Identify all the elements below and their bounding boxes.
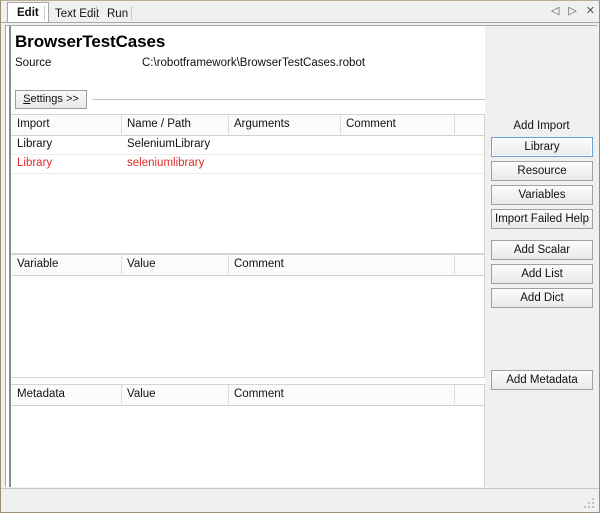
metadata-table-header: Metadata Value Comment	[11, 385, 484, 406]
import-table[interactable]: Import Name / Path Arguments Comment Lib…	[11, 114, 485, 254]
tab-separator	[131, 6, 132, 20]
column-divider[interactable]	[228, 385, 229, 406]
add-scalar-button[interactable]: Add Scalar	[491, 240, 593, 260]
column-header-comment[interactable]: Comment	[346, 118, 396, 130]
add-variables-button[interactable]: Variables	[491, 185, 593, 205]
cell-import[interactable]: Library	[17, 138, 52, 150]
cell-name-path[interactable]: SeleniumLibrary	[127, 138, 210, 150]
table-row[interactable]: Library SeleniumLibrary	[11, 136, 484, 155]
column-header-comment[interactable]: Comment	[234, 258, 284, 270]
editor-panel-body: BrowserTestCases Source C:\robotframewor…	[6, 26, 597, 487]
column-header-value[interactable]: Value	[127, 388, 156, 400]
status-bar	[1, 488, 599, 512]
add-import-label: Add Import	[485, 120, 597, 132]
column-divider[interactable]	[121, 255, 122, 276]
cell-import[interactable]: Library	[17, 157, 52, 169]
import-failed-help-button[interactable]: Import Failed Help	[491, 209, 593, 229]
column-header-value[interactable]: Value	[127, 258, 156, 270]
nav-forward-icon[interactable]: ▷	[568, 5, 576, 17]
column-divider[interactable]	[228, 255, 229, 276]
nav-back-icon[interactable]: ◁	[551, 5, 559, 17]
tab-underline	[1, 22, 600, 23]
add-resource-button[interactable]: Resource	[491, 161, 593, 181]
column-divider[interactable]	[228, 115, 229, 136]
add-metadata-button[interactable]: Add Metadata	[491, 370, 593, 390]
settings-toggle-button[interactable]: Settings >>	[15, 90, 87, 109]
column-divider[interactable]	[454, 115, 455, 136]
column-header-import[interactable]: Import	[17, 118, 50, 130]
column-header-comment[interactable]: Comment	[234, 388, 284, 400]
column-divider[interactable]	[454, 255, 455, 276]
column-divider[interactable]	[121, 385, 122, 406]
variable-table-header: Variable Value Comment	[11, 255, 484, 276]
source-path: C:\robotframework\BrowserTestCases.robot	[142, 57, 365, 69]
column-header-name-path[interactable]: Name / Path	[127, 118, 191, 130]
column-divider[interactable]	[340, 115, 341, 136]
import-table-header: Import Name / Path Arguments Comment	[11, 115, 484, 136]
cell-name-path[interactable]: seleniumlibrary	[127, 157, 204, 169]
tab-bar: Edit Text Edit Run ◁ ▷ ✕	[1, 1, 600, 23]
window-controls: ◁ ▷ ✕	[551, 5, 595, 17]
column-divider[interactable]	[454, 385, 455, 406]
column-header-metadata[interactable]: Metadata	[17, 388, 65, 400]
column-divider[interactable]	[121, 115, 122, 136]
tab-edit[interactable]: Edit	[7, 2, 49, 23]
page-title: BrowserTestCases	[15, 32, 165, 52]
table-row[interactable]: Library seleniumlibrary	[11, 155, 484, 174]
add-dict-button[interactable]: Add Dict	[491, 288, 593, 308]
column-header-arguments[interactable]: Arguments	[234, 118, 290, 130]
metadata-table[interactable]: Metadata Value Comment	[11, 384, 485, 487]
variable-table[interactable]: Variable Value Comment	[11, 254, 485, 378]
ride-editor-window: Edit Text Edit Run ◁ ▷ ✕ BrowserTestCase…	[0, 0, 600, 513]
settings-mnemonic: S	[23, 93, 30, 105]
add-list-button[interactable]: Add List	[491, 264, 593, 284]
column-header-variable[interactable]: Variable	[17, 258, 58, 270]
source-label: Source	[15, 57, 51, 69]
resize-grip[interactable]	[584, 498, 596, 510]
action-button-column: Add Import Library Resource Variables Im…	[485, 26, 597, 487]
settings-label-rest: ettings >>	[31, 93, 79, 105]
close-icon[interactable]: ✕	[586, 5, 595, 17]
editor-panel: BrowserTestCases Source C:\robotframewor…	[5, 25, 597, 487]
add-library-button[interactable]: Library	[491, 137, 593, 157]
